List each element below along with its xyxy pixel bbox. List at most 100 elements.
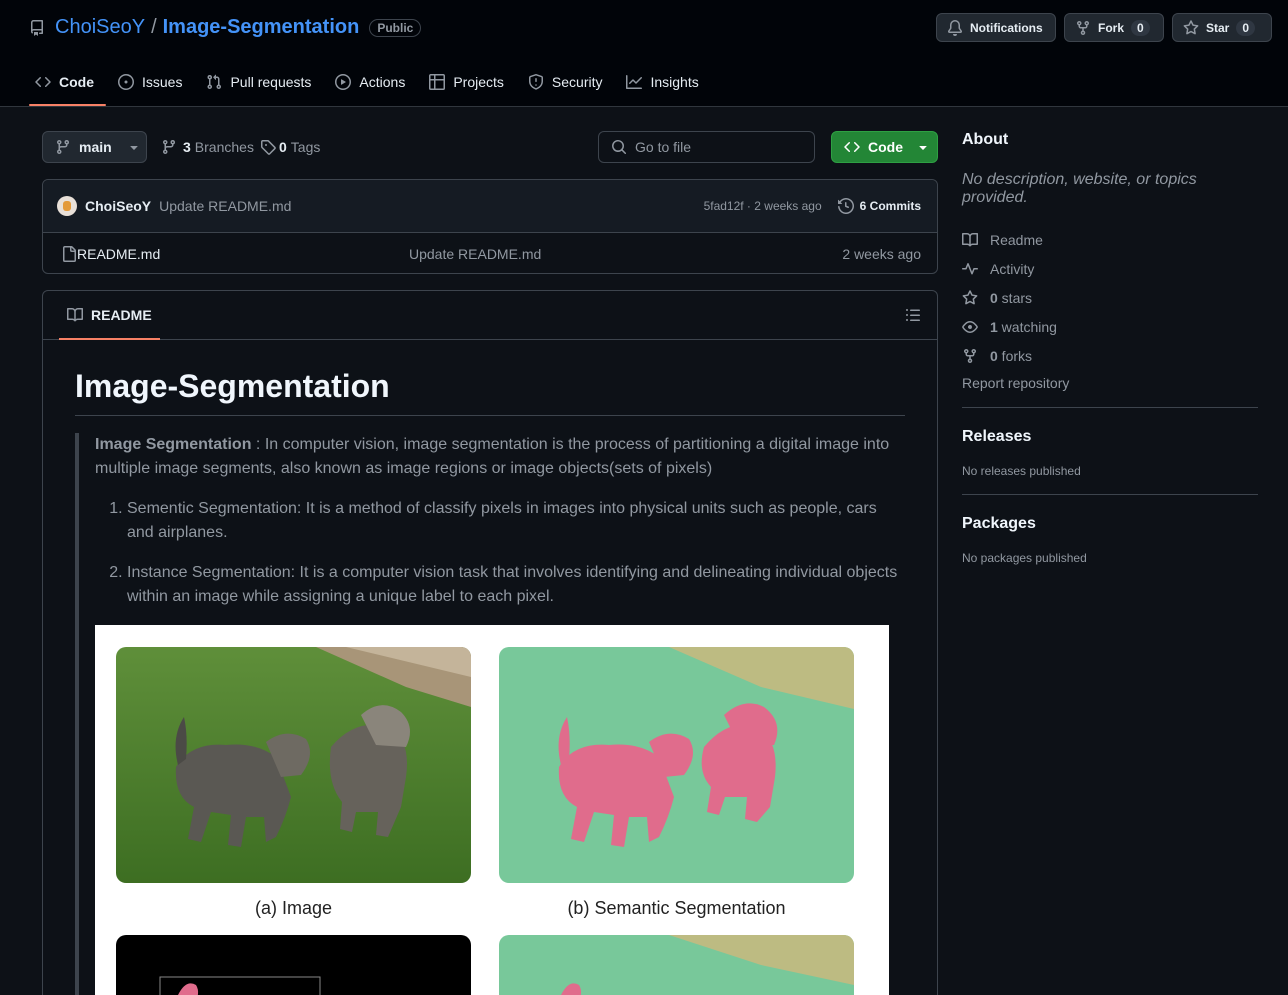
- semantic-segmentation-image: [499, 647, 854, 883]
- readme-link-label: Readme: [990, 231, 1043, 248]
- branches-count: 3: [183, 139, 191, 155]
- go-to-file-search[interactable]: [598, 131, 815, 163]
- tab-issues-label: Issues: [142, 74, 183, 90]
- file-icon: [61, 245, 77, 262]
- eye-icon: [962, 319, 978, 335]
- notifications-label: Notifications: [970, 20, 1043, 35]
- tab-pull-requests[interactable]: Pull requests: [200, 66, 323, 106]
- about-heading: About: [962, 131, 1009, 148]
- notifications-button[interactable]: Notifications: [936, 13, 1056, 42]
- report-repository-link[interactable]: Report repository: [962, 375, 1258, 391]
- branch-icon: [161, 139, 177, 155]
- fork-label: Fork: [1098, 20, 1125, 35]
- readme-list: Sementic Segmentation: It is a method of…: [95, 497, 905, 609]
- readme-header: README: [43, 291, 937, 340]
- readme-tab[interactable]: README: [59, 291, 160, 340]
- fork-icon: [962, 348, 978, 364]
- stars-link[interactable]: 0 stars: [962, 283, 1258, 312]
- book-icon: [962, 232, 978, 248]
- star-icon: [1183, 19, 1199, 36]
- panoptic-segmentation-image: [499, 935, 854, 995]
- caret-down-icon: [126, 139, 142, 155]
- file-date: 2 weeks ago: [842, 245, 921, 262]
- tab-insights[interactable]: Insights: [620, 66, 710, 106]
- pulse-icon: [962, 261, 978, 277]
- figure-caption: (a) Image: [254, 898, 333, 918]
- readme-link[interactable]: Readme: [962, 225, 1258, 254]
- segmentation-figure: (a) Image (b) Semantic Segmentation: [95, 625, 889, 995]
- list-item: Sementic Segmentation: It is a method of…: [127, 497, 905, 545]
- caret-down-icon: [915, 139, 931, 155]
- forks-count: 0: [990, 347, 998, 364]
- commit-author-link[interactable]: ChoiSeoY: [85, 198, 151, 214]
- file-name-link[interactable]: README.md: [77, 246, 409, 262]
- code-icon: [844, 139, 860, 155]
- code-button-label: Code: [868, 139, 903, 155]
- file-row[interactable]: README.md Update README.md 2 weeks ago: [43, 233, 937, 274]
- latest-commit-row: ChoiSeoY Update README.md 5fad12f · 2 we…: [43, 180, 937, 233]
- code-dropdown-button[interactable]: Code: [831, 131, 938, 163]
- file-commit-link[interactable]: Update README.md: [409, 246, 842, 262]
- watchers-count: 1: [990, 318, 998, 335]
- forks-label: forks: [997, 347, 1033, 364]
- activity-link[interactable]: Activity: [962, 254, 1258, 283]
- about-links: Readme Activity 0 stars 1 watching 0 for…: [962, 225, 1258, 370]
- tab-code[interactable]: Code: [29, 66, 106, 106]
- tab-projects[interactable]: Projects: [423, 66, 516, 106]
- sidebar-divider: [962, 494, 1258, 495]
- history-icon: [837, 198, 854, 214]
- book-icon: [67, 307, 83, 323]
- repo-nav-tabs: Code Issues Pull requests Actions Projec…: [29, 66, 717, 106]
- readme-blockquote: Image Segmentation : In computer vision,…: [75, 433, 905, 995]
- stars-label: stars: [997, 289, 1033, 306]
- fork-counter: 0: [1131, 19, 1150, 36]
- repo-icon: [29, 19, 45, 36]
- star-label: Star: [1206, 20, 1230, 35]
- repo-title: ChoiSeoY / Image-Segmentation Public: [29, 16, 422, 39]
- readme-intro-bold: Image Segmentation: [95, 436, 252, 453]
- code-icon: [35, 74, 51, 90]
- watchers-link[interactable]: 1 watching: [962, 312, 1258, 341]
- tab-security-label: Security: [551, 74, 603, 90]
- search-icon: [611, 139, 627, 155]
- repo-separator: /: [151, 16, 157, 38]
- activity-link-label: Activity: [990, 260, 1035, 277]
- file-browser: ChoiSeoY Update README.md 5fad12f · 2 we…: [42, 179, 938, 274]
- go-to-file-input[interactable]: [635, 139, 795, 155]
- table-icon: [429, 74, 446, 90]
- tab-security[interactable]: Security: [522, 66, 615, 106]
- repo-name-link[interactable]: Image-Segmentation: [163, 16, 360, 39]
- tab-pull-requests-label: Pull requests: [230, 74, 312, 90]
- packages-heading[interactable]: Packages: [962, 515, 1258, 533]
- commits-history-link[interactable]: 6 Commits: [837, 198, 921, 214]
- star-counter: 0: [1236, 19, 1256, 36]
- list-item: Instance Segmentation: It is a computer …: [127, 561, 905, 609]
- forks-link[interactable]: 0 forks: [962, 341, 1258, 370]
- tab-insights-label: Insights: [650, 74, 699, 90]
- branches-label: Branches: [194, 139, 254, 155]
- repo-owner-link[interactable]: ChoiSeoY: [55, 16, 145, 39]
- about-sidebar: About No description, website, or topics…: [962, 131, 1258, 565]
- outline-list-icon[interactable]: [905, 307, 921, 323]
- avatar[interactable]: [57, 196, 77, 216]
- star-button[interactable]: Star 0: [1172, 13, 1272, 42]
- watchers-label: watching: [997, 318, 1057, 335]
- tags-label: Tags: [290, 139, 321, 155]
- packages-empty-text: No packages published: [962, 551, 1087, 565]
- releases-empty-text: No releases published: [962, 464, 1081, 478]
- releases-heading[interactable]: Releases: [962, 428, 1258, 446]
- bell-icon: [947, 19, 963, 36]
- commit-hash-date[interactable]: 5fad12f · 2 weeks ago: [704, 199, 822, 213]
- figure-caption: (b) Semantic Segmentation: [567, 898, 786, 918]
- branches-link[interactable]: 3 Branches: [161, 131, 254, 163]
- graph-icon: [626, 74, 643, 90]
- branch-select-button[interactable]: main: [42, 131, 147, 163]
- tab-issues[interactable]: Issues: [112, 66, 194, 106]
- tags-link[interactable]: 0 Tags: [260, 131, 320, 163]
- tab-actions[interactable]: Actions: [329, 66, 417, 106]
- star-icon: [962, 289, 978, 306]
- fork-button[interactable]: Fork 0: [1064, 13, 1164, 42]
- instance-segmentation-image: [116, 935, 471, 995]
- readme-intro: Image Segmentation : In computer vision,…: [95, 433, 905, 481]
- commit-message-link[interactable]: Update README.md: [159, 198, 703, 214]
